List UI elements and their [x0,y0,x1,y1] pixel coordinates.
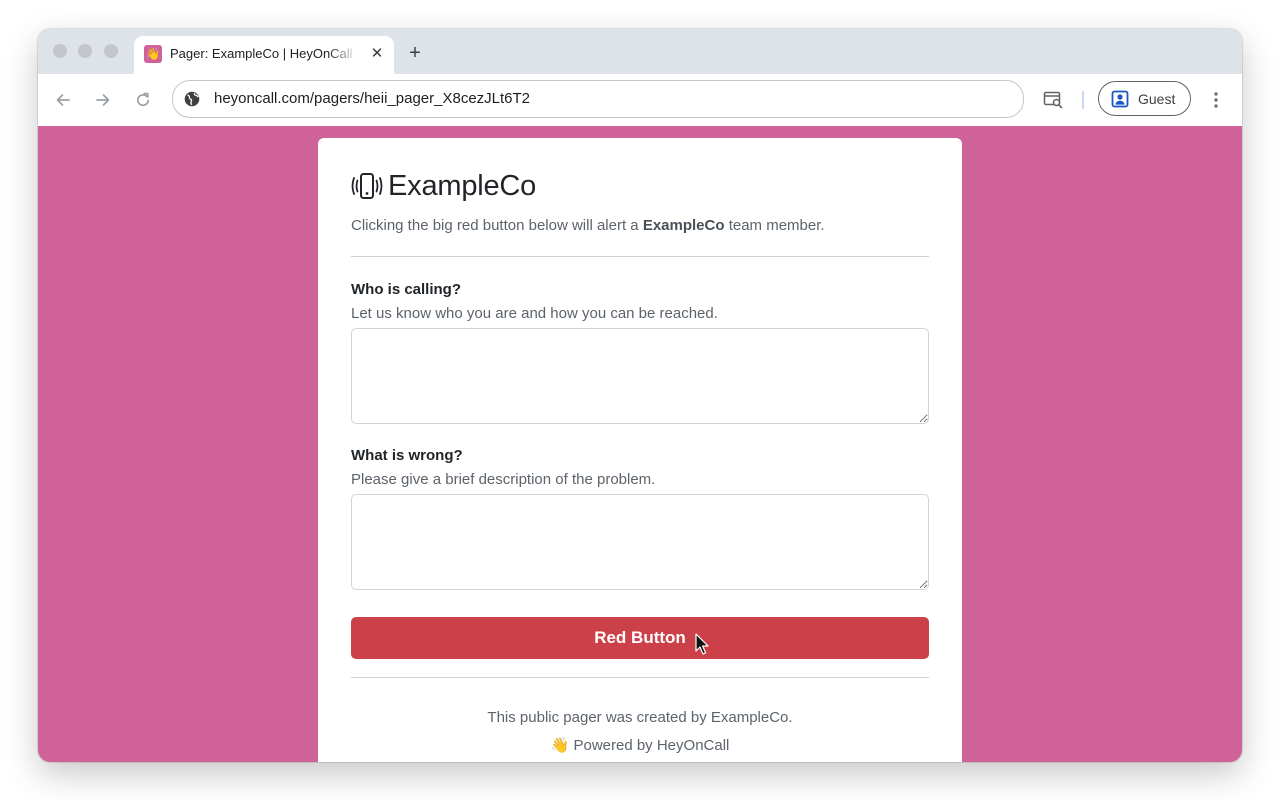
person-badge-icon [1111,90,1129,108]
what-input[interactable] [351,494,929,590]
profile-label: Guest [1138,91,1176,107]
mouse-pointer-icon [695,633,709,655]
brand-header: ExampleCo [351,168,929,204]
powered-by-row: 👋 Powered by HeyOnCall [351,736,929,756]
red-button[interactable]: Red Button [351,617,929,659]
arrow-right-icon [96,94,110,106]
close-window-button[interactable] [53,44,67,58]
reload-icon [137,92,150,107]
tab-search-button[interactable] [1042,88,1064,110]
more-vertical-icon [1214,92,1218,108]
what-help: Please give a brief description of the p… [351,471,656,488]
search-tabs-icon [1043,91,1062,108]
profile-button[interactable]: Guest [1098,81,1191,116]
toolbar-divider [1082,91,1084,109]
powered-by-link[interactable]: Powered by HeyOnCall [573,737,729,754]
who-help: Let us know who you are and how you can … [351,305,718,322]
arrow-left-icon [56,94,70,106]
tab-title: Pager: ExampleCo | HeyOnCall [170,46,353,61]
what-section: What is wrong? Please give a brief descr… [351,446,929,590]
url-text[interactable]: heyoncall.com/pagers/heii_pager_X8cezJLt… [214,90,530,107]
vibrating-phone-icon [351,173,383,199]
created-by-text: This public pager was created by Example… [487,709,793,726]
browser-window: 👋 Pager: ExampleCo | HeyOnCall ✕ + heyon… [38,29,1242,762]
what-label: What is wrong? [351,447,463,464]
intro-text: Clicking the big red button below will a… [351,216,929,236]
intro-text-after: team member. [724,217,825,234]
minimize-window-button[interactable] [78,44,92,58]
intro-org-name: ExampleCo [642,217,725,234]
address-bar[interactable]: heyoncall.com/pagers/heii_pager_X8cezJLt… [172,80,1024,118]
who-section: Who is calling? Let us know who you are … [351,280,929,424]
who-label: Who is calling? [351,281,462,298]
section-divider [351,256,929,257]
who-input[interactable] [351,328,929,424]
browser-toolbar: heyoncall.com/pagers/heii_pager_X8cezJLt… [38,74,1242,127]
tab-strip: 👋 Pager: ExampleCo | HeyOnCall ✕ + [38,29,1242,74]
browser-menu-button[interactable] [1206,87,1226,113]
new-tab-button[interactable]: + [402,40,428,66]
back-button[interactable] [50,87,76,113]
intro-text-before: Clicking the big red button below will a… [351,217,643,234]
page-title: ExampleCo [388,169,537,202]
tab-close-icon[interactable]: ✕ [368,45,386,63]
browser-tab[interactable]: 👋 Pager: ExampleCo | HeyOnCall ✕ [134,36,394,74]
maximize-window-button[interactable] [104,44,118,58]
forward-button[interactable] [90,87,116,113]
globe-icon[interactable] [183,90,201,108]
page-viewport: ExampleCo Clicking the big red button be… [38,126,1242,762]
waving-hand-icon: 👋 [144,45,162,63]
pager-card: ExampleCo Clicking the big red button be… [318,138,962,762]
waving-hand-icon: 👋 [550,737,570,754]
footer-divider [351,677,929,678]
reload-button[interactable] [130,87,156,113]
